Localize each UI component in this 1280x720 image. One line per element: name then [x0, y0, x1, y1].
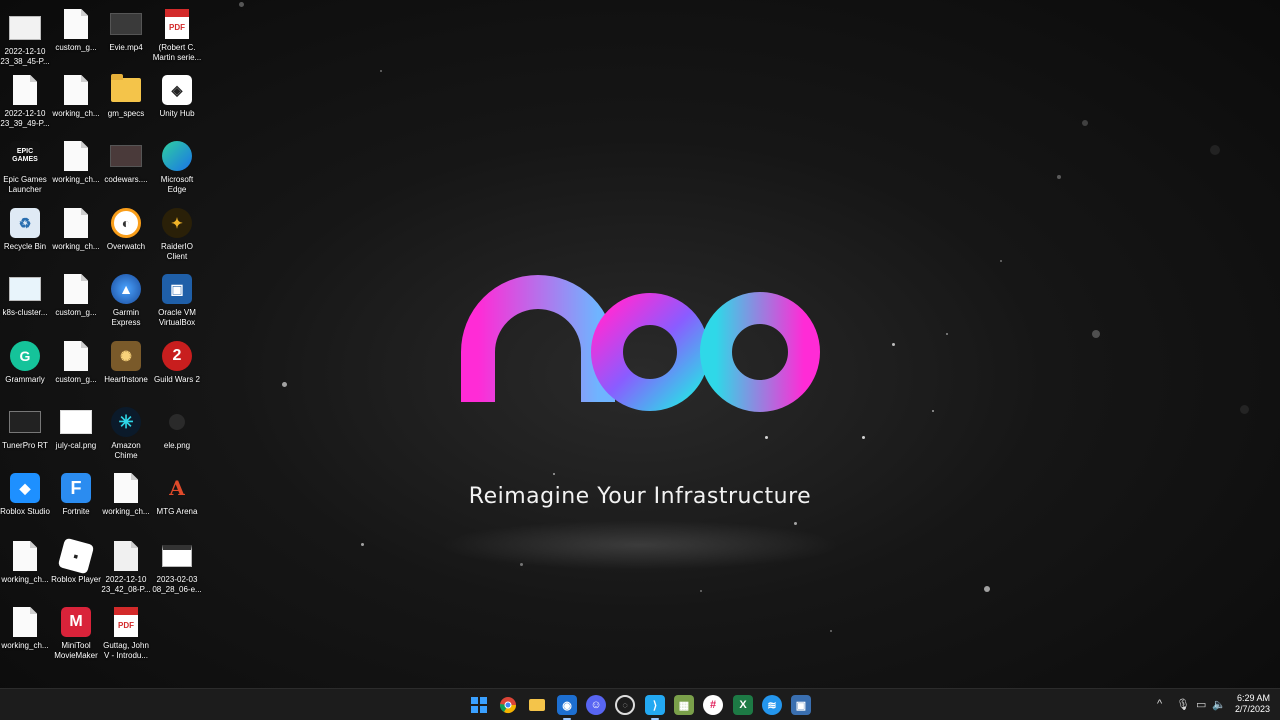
desktop-icon-screenshot-3[interactable]: 2022-12-10 23_42_08-P... [101, 540, 151, 595]
discord-icon[interactable]: ☺ [586, 695, 606, 715]
desktop-icon-grid: 2022-12-10 23_38_45-P... custom_g... Evi… [0, 0, 210, 680]
desktop-icon-unity-hub[interactable]: ◈ Unity Hub [152, 74, 202, 119]
folder-icon [111, 74, 141, 102]
desktop-icon-amazon-chime[interactable]: ✳ Amazon Chime [101, 406, 151, 461]
system-clock[interactable]: 6:29 AM 2/7/2023 [1235, 693, 1270, 715]
desktop-icon-raiderio[interactable]: ✦ RaiderIO Client [152, 207, 202, 262]
roblox-studio-icon: ◆ [10, 473, 40, 503]
document-icon [64, 75, 88, 105]
file-explorer-icon[interactable] [527, 695, 547, 715]
desktop-icon-screenshot-4[interactable]: 2023-02-03 08_28_06-e... [152, 540, 202, 595]
chrome-icon[interactable] [498, 695, 518, 715]
document-icon [64, 9, 88, 39]
document-icon [64, 274, 88, 304]
desktop-icon-roblox-player[interactable]: ▪ Roblox Player [51, 537, 101, 585]
raiderio-icon: ✦ [162, 208, 192, 238]
desktop-icon-garmin-express[interactable]: ▲ Garmin Express [101, 273, 151, 328]
start-icon[interactable] [469, 695, 489, 715]
epic-games-icon: EPIC GAMES [10, 141, 40, 171]
desktop-icon-mtg-arena[interactable]: A MTG Arena [152, 472, 202, 517]
desktop-icon-working-ch-2[interactable]: working_ch... [51, 140, 101, 185]
virtualbox-icon: ▣ [162, 274, 192, 304]
desktop-icon-microsoft-edge[interactable]: Microsoft Edge [152, 140, 202, 195]
microphone-icon[interactable]: 🎙 [1176, 698, 1190, 711]
document-icon [13, 75, 37, 105]
minitool-icon: M [61, 607, 91, 637]
desktop-icon-working-ch-6[interactable]: working_ch... [0, 606, 50, 651]
pdf-icon: PDF [165, 9, 189, 39]
overwatch-icon: ◐ [111, 208, 141, 238]
desktop-icon-codewars[interactable]: codewars.... [101, 140, 151, 185]
video-file-icon [110, 13, 142, 35]
desktop-icon-evie-mp4[interactable]: Evie.mp4 [101, 8, 151, 53]
document-icon [64, 208, 88, 238]
network-icon[interactable]: ▭ [1196, 698, 1206, 711]
desktop-icon-hearthstone[interactable]: ✺ Hearthstone [101, 340, 151, 385]
desktop-icon-robert-martin-pdf[interactable]: PDF (Robert C. Martin serie... [152, 8, 202, 63]
document-icon [13, 607, 37, 637]
desktop-icon-fortnite[interactable]: F Fortnite [51, 472, 101, 517]
mtg-arena-icon: A [169, 476, 185, 500]
clock-time: 6:29 AM [1236, 693, 1270, 703]
guild-wars-2-icon: 2 [162, 341, 192, 371]
slack-icon[interactable]: # [703, 695, 723, 715]
amazon-chime-icon: ✳ [111, 407, 141, 437]
desktop-icon-custom-g-2[interactable]: custom_g... [51, 273, 101, 318]
document-icon [114, 541, 138, 571]
desktop-icon-guild-wars-2[interactable]: 2 Guild Wars 2 [152, 340, 202, 385]
pdf-icon: PDF [114, 607, 138, 637]
document-icon [64, 341, 88, 371]
desktop-icon-tunerpro[interactable]: TunerPro RT [0, 406, 50, 451]
desktop-icon-working-ch-5[interactable]: working_ch... [0, 540, 50, 585]
unity-icon: ◈ [162, 75, 192, 105]
desktop-icon-overwatch[interactable]: ◐ Overwatch [101, 207, 151, 252]
desktop-icon-recycle-bin[interactable]: ♻ Recycle Bin [0, 207, 50, 252]
desktop-icon-working-ch-1[interactable]: working_ch... [51, 74, 101, 119]
image-file-icon [60, 410, 92, 434]
desktop-icon-gm-specs[interactable]: gm_specs [101, 74, 151, 119]
image-file-icon [9, 277, 41, 301]
document-icon [13, 541, 37, 571]
desktop-icon-screenshot-1[interactable]: 2022-12-10 23_38_45-P... [0, 12, 50, 67]
obs-icon[interactable]: ◌ [615, 695, 635, 715]
image-file-icon [162, 545, 192, 567]
tunerpro-icon [9, 411, 41, 433]
app-blue-icon[interactable]: ◉ [557, 695, 577, 720]
edge-icon [162, 141, 192, 171]
garmin-icon: ▲ [111, 274, 141, 304]
desktop-icon-working-ch-4[interactable]: working_ch... [101, 472, 151, 517]
volume-icon[interactable]: 🔈 [1212, 698, 1226, 711]
desktop-icon-july-cal[interactable]: july-cal.png [51, 406, 101, 451]
document-icon [114, 473, 138, 503]
desktop-icon-custom-g-1[interactable]: custom_g... [51, 8, 101, 53]
desktop-icon-screenshot-2[interactable]: 2022-12-10 23_39_49-P... [0, 74, 50, 129]
clock-date: 2/7/2023 [1234, 704, 1270, 714]
show-hidden-icons-chevron[interactable]: ^ [1157, 698, 1162, 710]
desktop-icon-k8s-cluster[interactable]: k8s-cluster... [0, 273, 50, 318]
desktop-icon-virtualbox[interactable]: ▣ Oracle VM VirtualBox [152, 273, 202, 328]
image-file-icon [9, 16, 41, 40]
desktop-icon-working-ch-3[interactable]: working_ch... [51, 207, 101, 252]
grammarly-icon: G [10, 341, 40, 371]
app-green-icon[interactable]: ▦ [674, 695, 694, 715]
desktop-icon-minitool[interactable]: M MiniTool MovieMaker [51, 606, 101, 661]
vscode-icon[interactable]: ⟩ [645, 695, 665, 720]
desktop-icon-grammarly[interactable]: G Grammarly [0, 340, 50, 385]
desktop-icon-guttag-pdf[interactable]: PDF Guttag, John V - Introdu... [101, 606, 151, 661]
virtualbox-icon[interactable]: ▣ [791, 695, 811, 715]
fortnite-icon: F [61, 473, 91, 503]
image-file-icon [110, 145, 142, 167]
docker-icon[interactable]: ≋ [762, 695, 782, 715]
taskbar: ◉ ☺ ◌ ⟩ ▦ # X ≋ ▣ ^ 🎙 ▭ 🔈 6:29 AM 2/7/20… [0, 688, 1280, 720]
image-file-icon [169, 414, 185, 430]
document-icon [64, 141, 88, 171]
desktop-icon-ele-png[interactable]: ele.png [152, 406, 202, 451]
recycle-bin-icon: ♻ [10, 208, 40, 238]
desktop-icon-custom-g-3[interactable]: custom_g... [51, 340, 101, 385]
hearthstone-icon: ✺ [111, 341, 141, 371]
desktop-icon-epic-games[interactable]: EPIC GAMES Epic Games Launcher [0, 140, 50, 195]
roblox-player-icon: ▪ [57, 537, 95, 575]
desktop-icon-roblox-studio[interactable]: ◆ Roblox Studio [0, 472, 50, 517]
excel-icon[interactable]: X [733, 695, 753, 715]
